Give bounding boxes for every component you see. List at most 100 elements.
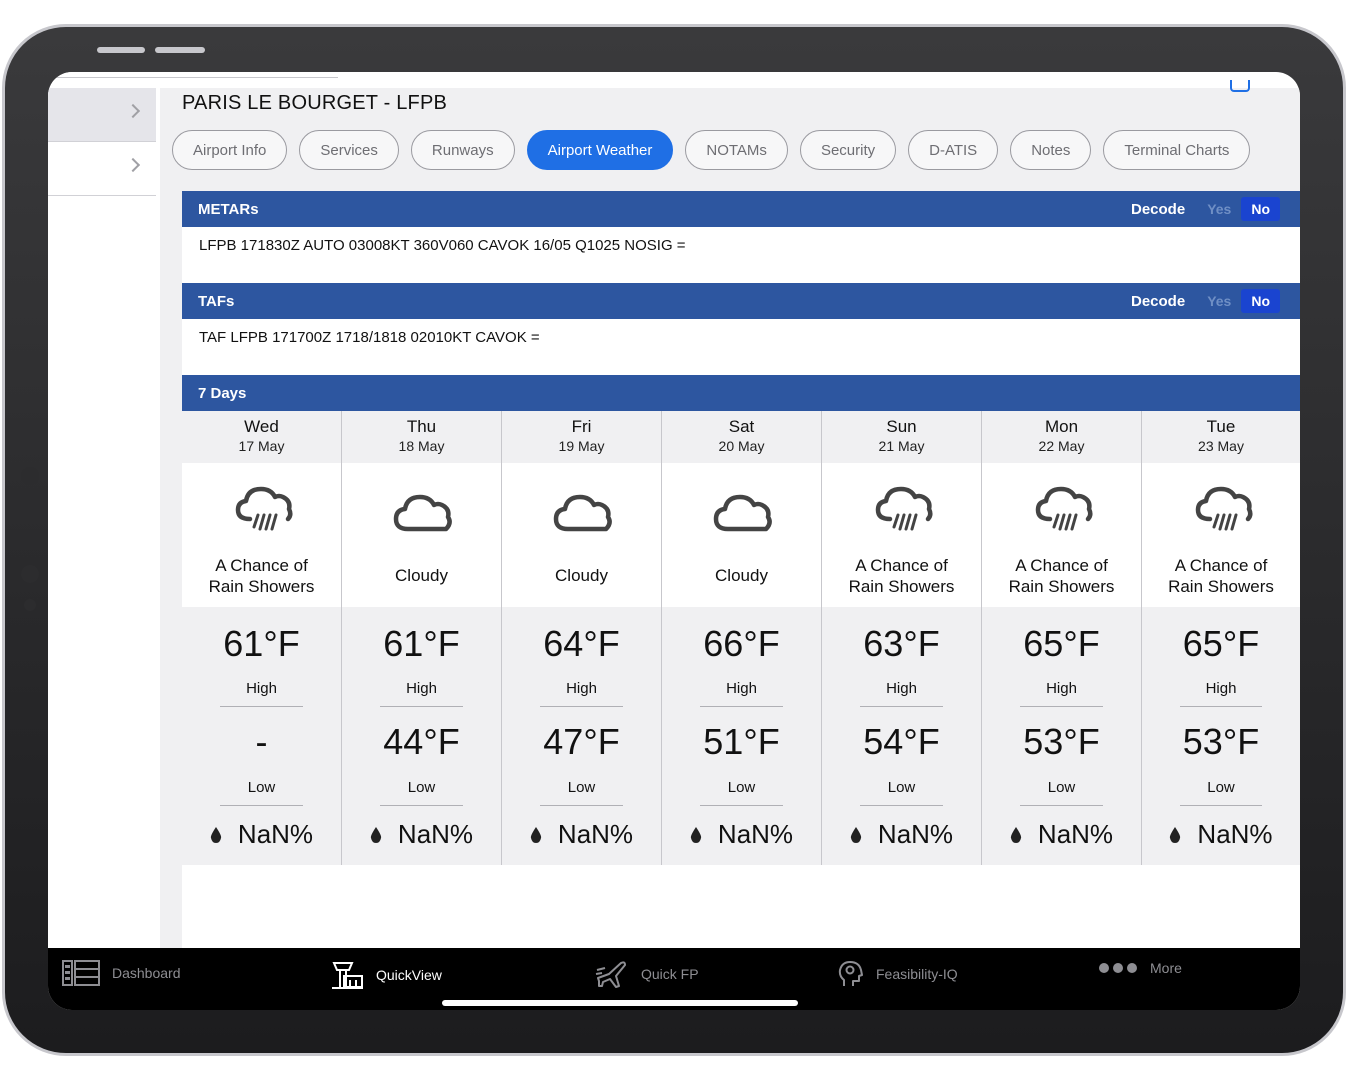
camera-dot <box>21 467 39 485</box>
forecast-day-header: Wed 17 May <box>182 411 341 463</box>
condition-text: A Chance of Rain Showers <box>1142 555 1300 597</box>
low-label: Low <box>727 779 756 796</box>
precipitation: NaN% <box>822 819 981 850</box>
tabbar-label: Feasibility-IQ <box>876 966 958 982</box>
cloud-icon <box>553 494 612 532</box>
tab-terminal-charts[interactable]: Terminal Charts <box>1103 130 1251 170</box>
tab-airport-info[interactable]: Airport Info <box>172 130 288 170</box>
day-date: 22 May <box>1038 438 1085 454</box>
precip-value: NaN% <box>1197 819 1273 849</box>
divider <box>1020 706 1103 707</box>
high-label: High <box>886 680 917 697</box>
sensor-dot <box>24 599 36 611</box>
precipitation: NaN% <box>182 819 341 850</box>
tab-airport-weather[interactable]: Airport Weather <box>526 130 674 170</box>
tabbar-quickview[interactable]: QuickView <box>330 960 442 990</box>
forecast-day-header: Tue 23 May <box>1142 411 1300 463</box>
condition-line: Cloudy <box>715 566 768 585</box>
high-label: High <box>726 680 757 697</box>
decode-yes-button[interactable]: Yes <box>1197 197 1242 221</box>
day-name: Thu <box>406 417 437 436</box>
tabbar-more[interactable]: More <box>1098 960 1182 976</box>
low-label: Low <box>247 779 276 796</box>
water-drop-icon <box>210 826 222 843</box>
forecast-temps: 61°F High - Low NaN% <box>182 607 341 865</box>
forecast-day: Fri 19 May Cloudy 64°F High 47°F Low NaN… <box>502 411 662 865</box>
tabbar-quick-fp[interactable]: Quick FP <box>595 960 699 988</box>
forecast-day-header: Sat 20 May <box>662 411 821 463</box>
forecast-condition: A Chance of Rain Showers <box>182 463 341 607</box>
high-label: High <box>1046 680 1077 697</box>
tab-runways[interactable]: Runways <box>410 130 515 170</box>
condition-line: Rain Showers <box>208 577 315 596</box>
tabbar-feasibility-iq[interactable]: Feasibility-IQ <box>838 960 958 988</box>
forecast-day-header: Mon 22 May <box>982 411 1141 463</box>
condition-text: Cloudy <box>662 565 821 586</box>
sidebar <box>48 72 338 948</box>
divider <box>1180 805 1262 806</box>
precip-value: NaN% <box>717 819 794 849</box>
forecast-condition: A Chance of Rain Showers <box>1142 463 1300 607</box>
divider <box>860 706 943 707</box>
day-date: 23 May <box>1198 438 1244 454</box>
condition-text: A Chance of Rain Showers <box>182 555 341 597</box>
sidebar-row-selected[interactable] <box>48 88 156 142</box>
high-label: High <box>406 680 437 697</box>
low-label: Low <box>1047 779 1076 796</box>
head-gear-icon <box>838 961 863 986</box>
decode-yes-button[interactable]: Yes <box>1197 289 1242 313</box>
tabbar-label: Dashboard <box>112 965 181 981</box>
decode-label: Decode <box>1131 200 1186 218</box>
divider <box>860 805 943 806</box>
rain-showers-icon <box>235 486 293 531</box>
low-temp: 44°F <box>383 721 460 762</box>
tab-services[interactable]: Services <box>299 130 399 170</box>
water-drop-icon <box>530 826 542 843</box>
forecast-temps: 61°F High 44°F Low NaN% <box>342 607 501 865</box>
metar-text: LFPB 171830Z AUTO 03008KT 360V060 CAVOK … <box>182 227 1300 283</box>
day-name: Wed <box>244 417 279 436</box>
low-label: Low <box>887 779 916 796</box>
precip-value: NaN% <box>557 819 634 849</box>
divider <box>220 706 303 707</box>
sidebar-row[interactable] <box>48 142 156 196</box>
home-indicator[interactable] <box>442 1000 798 1006</box>
day-name: Sun <box>886 417 917 436</box>
high-label: High <box>246 680 277 697</box>
divider <box>700 805 783 806</box>
app-screen: PARIS LE BOURGET - LFPB Airport Info Ser… <box>48 72 1300 1010</box>
airplane-icon <box>595 961 626 988</box>
forecast-grid: Wed 17 May A Chance of Rain Showers 61°F… <box>182 411 1300 865</box>
high-temp: 64°F <box>543 623 620 664</box>
condition-line: A Chance of <box>1015 556 1108 575</box>
tabbar-label: QuickView <box>376 967 442 983</box>
day-name: Mon <box>1044 417 1079 436</box>
metars-header: METARs Decode Yes No <box>182 191 1300 227</box>
decode-no-button[interactable]: No <box>1241 289 1280 313</box>
divider <box>220 805 303 806</box>
day-name: Sat <box>728 417 755 436</box>
condition-text: A Chance of Rain Showers <box>822 555 981 597</box>
forecast-day: Sat 20 May Cloudy 66°F High 51°F Low NaN… <box>662 411 822 865</box>
decode-no-button[interactable]: No <box>1241 197 1280 221</box>
precip-value: NaN% <box>877 819 954 849</box>
forecast-day-header: Fri 19 May <box>502 411 661 463</box>
tab-notams[interactable]: NOTAMs <box>685 130 788 170</box>
tab-d-atis[interactable]: D-ATIS <box>908 130 999 170</box>
tab-notes[interactable]: Notes <box>1010 130 1092 170</box>
tab-security[interactable]: Security <box>799 130 897 170</box>
day-date: 20 May <box>718 438 765 454</box>
day-date: 19 May <box>558 438 605 454</box>
divider <box>540 805 623 806</box>
cloud-icon <box>713 494 772 532</box>
more-dots-icon <box>1099 963 1137 973</box>
condition-line: Cloudy <box>555 566 608 585</box>
low-label: Low <box>1207 779 1235 796</box>
toolbar-icon[interactable] <box>1230 80 1250 92</box>
chevron-right-icon <box>125 157 141 173</box>
volume-button <box>155 47 205 53</box>
tabbar-dashboard[interactable]: Dashboard <box>62 960 181 986</box>
condition-line: A Chance of <box>1174 556 1268 575</box>
forecast-temps: 64°F High 47°F Low NaN% <box>502 607 661 865</box>
forecast-day: Tue 23 May A Chance of Rain Showers 65°F… <box>1142 411 1300 865</box>
